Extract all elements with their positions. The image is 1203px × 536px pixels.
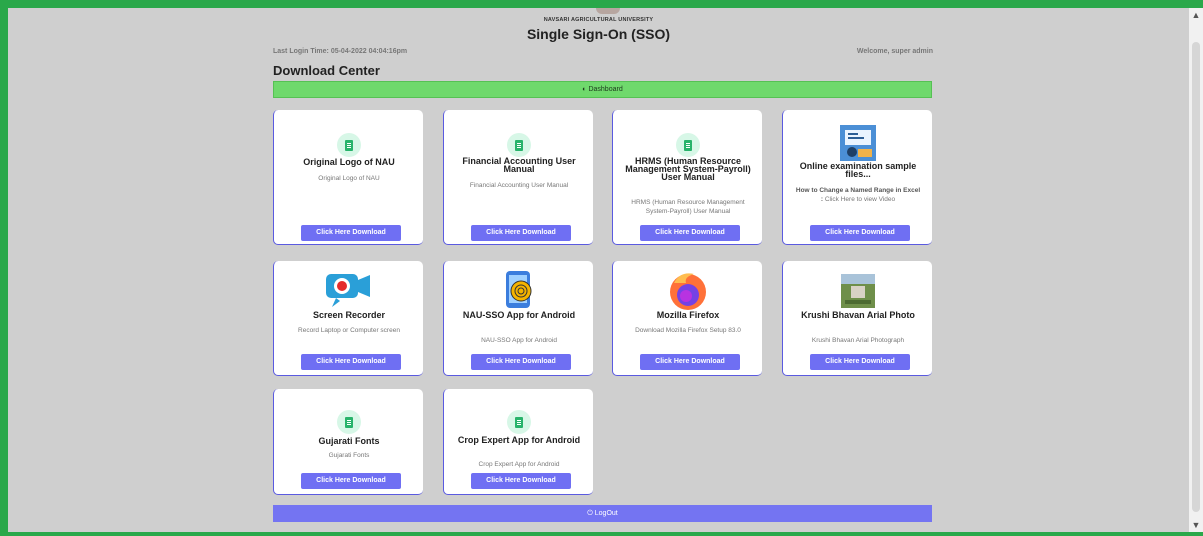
card-title: Krushi Bhavan Arial Photo bbox=[801, 310, 915, 320]
card-description: Financial Accounting User Manual bbox=[469, 182, 569, 189]
download-button[interactable]: Click Here Download bbox=[301, 473, 401, 489]
download-card-nau-logo: Original Logo of NAU Original Logo of NA… bbox=[273, 110, 423, 245]
firefox-icon bbox=[613, 271, 763, 311]
document-icon bbox=[274, 407, 424, 437]
card-title: NAU-SSO App for Android bbox=[462, 310, 576, 320]
download-button[interactable]: Click Here Download bbox=[471, 225, 571, 241]
download-button[interactable]: Click Here Download bbox=[301, 354, 401, 370]
document-icon bbox=[444, 407, 594, 437]
download-card-firefox: Mozilla Firefox Download Mozilla Firefox… bbox=[612, 261, 762, 376]
card-description: Original Logo of NAU bbox=[318, 175, 380, 182]
logout-button[interactable]: ⏻ LogOut bbox=[273, 505, 932, 522]
university-logo bbox=[596, 8, 620, 14]
download-card-nau-sso-app: NAU-SSO App for Android NAU-SSO App for … bbox=[443, 261, 593, 376]
card-description: Gujarati Fonts bbox=[328, 452, 370, 459]
card-description: NAU-SSO App for Android bbox=[481, 337, 557, 344]
card-description-link[interactable]: Click Here to view Video bbox=[825, 196, 895, 203]
download-card-hrms-manual: HRMS (Human Resource Management System-P… bbox=[612, 110, 762, 245]
download-card-screen-recorder: Screen Recorder Record Laptop or Compute… bbox=[273, 261, 423, 376]
download-button[interactable]: Click Here Download bbox=[810, 354, 910, 370]
download-button[interactable]: Click Here Download bbox=[810, 225, 910, 241]
card-title: Crop Expert App for Android bbox=[457, 435, 581, 445]
card-description: Crop Expert App for Android bbox=[478, 461, 560, 468]
card-description: Record Laptop or Computer screen bbox=[298, 327, 400, 334]
download-card-krushi-bhavan: Krushi Bhavan Arial Photo Krushi Bhavan … bbox=[782, 261, 932, 376]
card-description: Krushi Bhavan Arial Photograph bbox=[811, 337, 905, 344]
card-description: How to Change a Named Range in Excel : C… bbox=[795, 186, 921, 204]
download-button[interactable]: Click Here Download bbox=[471, 473, 571, 489]
scrollbar-thumb[interactable] bbox=[1192, 42, 1200, 512]
last-login-time: Last Login Time: 05-04-2022 04:04:16pm bbox=[273, 48, 408, 55]
online-exam-icon bbox=[783, 124, 933, 162]
scroll-down-icon[interactable]: ▼ bbox=[1189, 518, 1203, 532]
card-description: HRMS (Human Resource Management System-P… bbox=[631, 199, 745, 215]
card-description: Download Mozilla Firefox Setup 83.0 bbox=[635, 327, 741, 334]
vertical-scrollbar[interactable]: ▲ ▼ bbox=[1189, 8, 1203, 532]
download-button[interactable]: Click Here Download bbox=[640, 354, 740, 370]
document-icon bbox=[274, 130, 424, 160]
screen-recorder-icon bbox=[274, 273, 424, 309]
download-button[interactable]: Click Here Download bbox=[301, 225, 401, 241]
card-title: HRMS (Human Resource Management System-P… bbox=[625, 156, 751, 182]
scroll-up-icon[interactable]: ▲ bbox=[1189, 8, 1203, 22]
card-title: Screen Recorder bbox=[312, 310, 386, 320]
card-title: Gujarati Fonts bbox=[318, 436, 380, 446]
download-card-crop-expert: Crop Expert App for Android Crop Expert … bbox=[443, 389, 593, 495]
download-button[interactable]: Click Here Download bbox=[640, 225, 740, 241]
card-title: Financial Accounting User Manual bbox=[462, 156, 576, 174]
app-title: Single Sign-On (SSO) bbox=[526, 26, 671, 42]
card-title: Original Logo of NAU bbox=[303, 157, 395, 167]
card-title: Mozilla Firefox bbox=[656, 310, 720, 320]
fingerprint-phone-icon bbox=[444, 271, 594, 309]
page-viewport: NAVSARI AGRICULTURAL UNIVERSITY Single S… bbox=[8, 8, 1189, 532]
page-title: Download Center bbox=[273, 63, 380, 78]
university-name: NAVSARI AGRICULTURAL UNIVERSITY bbox=[543, 17, 654, 23]
welcome-user: Welcome, super admin bbox=[856, 48, 933, 55]
download-card-gujarati-fonts: Gujarati Fonts Gujarati Fonts Click Here… bbox=[273, 389, 423, 495]
download-card-online-exam: Online examination sample files... How t… bbox=[782, 110, 932, 245]
download-button[interactable]: Click Here Download bbox=[471, 354, 571, 370]
building-photo-icon bbox=[783, 273, 933, 309]
download-card-financial-manual: Financial Accounting User Manual Financi… bbox=[443, 110, 593, 245]
power-icon: ⏻ bbox=[587, 510, 593, 517]
logout-label: LogOut bbox=[594, 510, 618, 517]
dashboard-label: Dashboard bbox=[588, 86, 623, 93]
dashboard-icon: ◐ bbox=[582, 86, 587, 93]
dashboard-button[interactable]: ◐ Dashboard bbox=[273, 81, 932, 98]
card-title: Online examination sample files... bbox=[799, 161, 917, 179]
